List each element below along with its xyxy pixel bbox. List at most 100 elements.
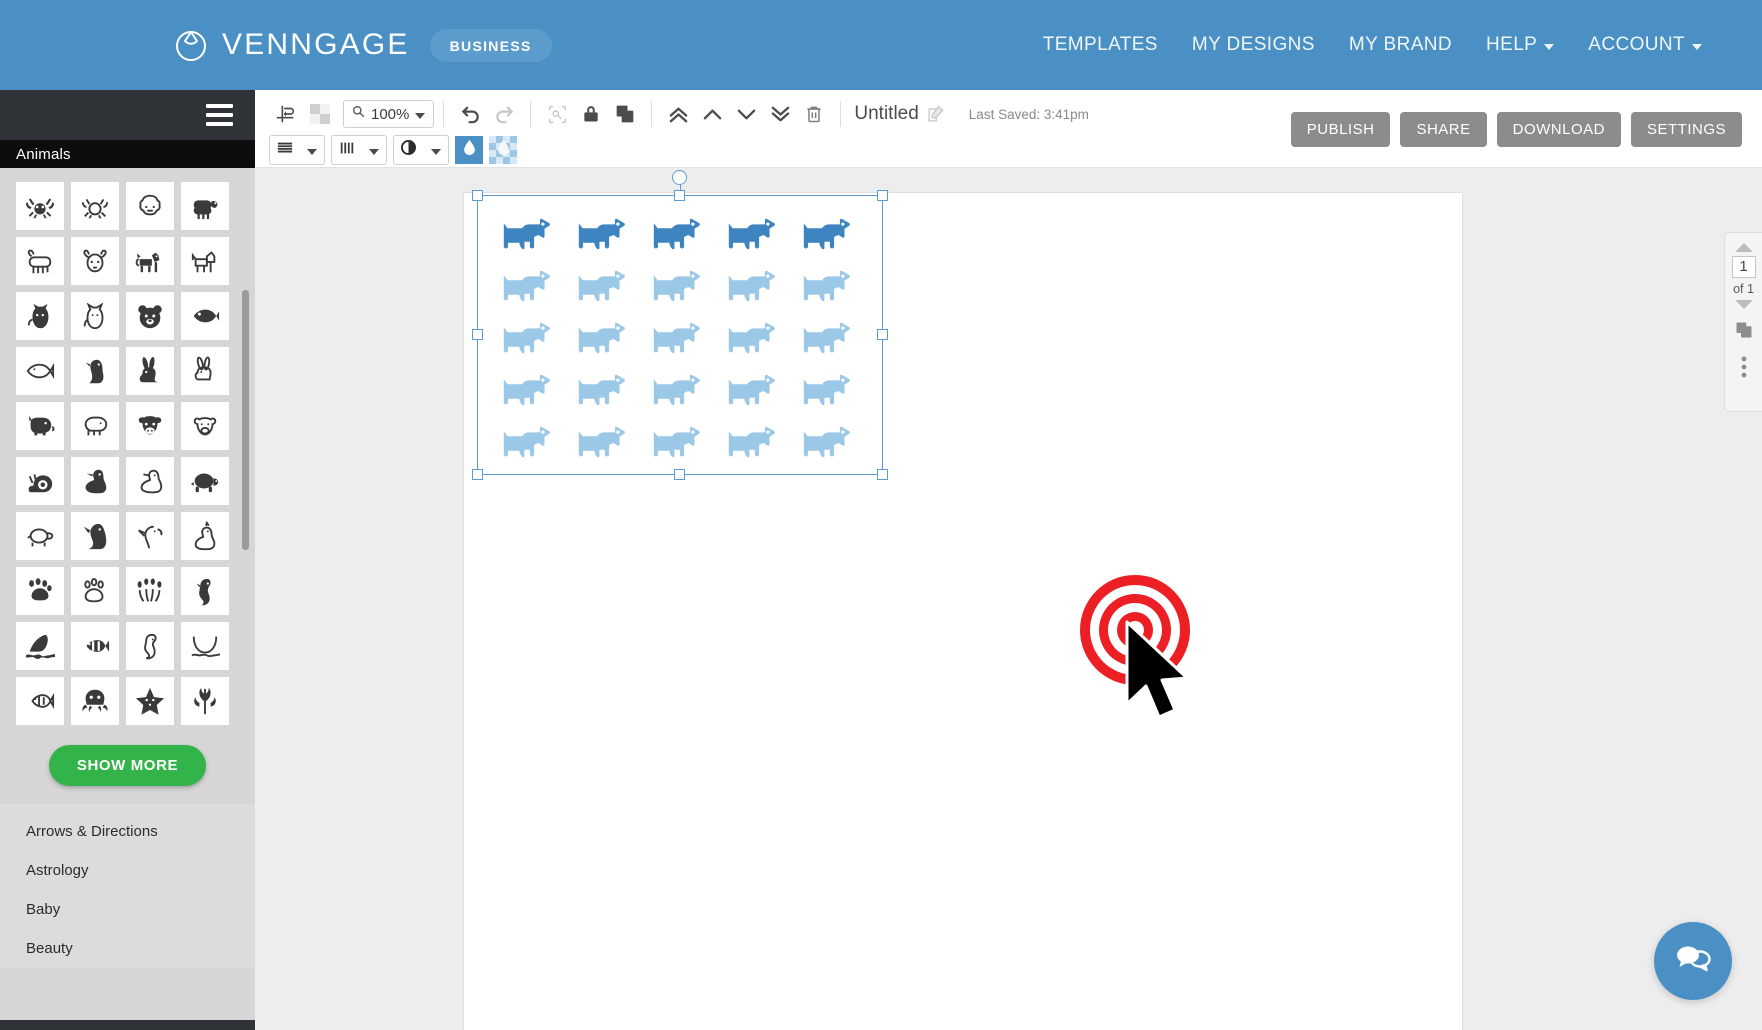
- pictograph-cell[interactable]: [563, 208, 638, 260]
- library-icon-bird-head[interactable]: [126, 512, 174, 560]
- chevron-up-icon[interactable]: [695, 97, 729, 131]
- library-icon-duck-outline[interactable]: [126, 457, 174, 505]
- pictograph-cell[interactable]: [713, 416, 788, 468]
- brand-logo-group[interactable]: VENNGAGE: [174, 28, 410, 62]
- canvas-area[interactable]: [255, 168, 1762, 1030]
- pictograph-cell[interactable]: [788, 416, 863, 468]
- pictograph-cell[interactable]: [563, 364, 638, 416]
- pictograph-cell[interactable]: [488, 416, 563, 468]
- crop-frame-icon[interactable]: [540, 97, 574, 131]
- settings-button[interactable]: SETTINGS: [1630, 112, 1742, 147]
- padlock-icon[interactable]: [574, 97, 608, 131]
- fill-solid-color-button[interactable]: [455, 136, 483, 164]
- pictograph-cell[interactable]: [488, 260, 563, 312]
- library-icon-chicken[interactable]: [181, 512, 229, 560]
- pictograph-cell[interactable]: [713, 364, 788, 416]
- pictograph-cell[interactable]: [713, 208, 788, 260]
- library-icon-crab-filled[interactable]: [16, 182, 64, 230]
- pictograph-cell[interactable]: [788, 312, 863, 364]
- pictograph-cell[interactable]: [563, 312, 638, 364]
- show-more-button[interactable]: SHOW MORE: [48, 745, 207, 786]
- library-icon-rabbit-outline[interactable]: [181, 347, 229, 395]
- resize-handle-top-left[interactable]: [472, 190, 483, 201]
- library-icon-ram[interactable]: [16, 237, 64, 285]
- pictograph-cell[interactable]: [788, 364, 863, 416]
- resize-handle-middle-right[interactable]: [877, 329, 888, 340]
- vertical-dots-icon[interactable]: [1741, 356, 1747, 383]
- pictograph-cell[interactable]: [638, 364, 713, 416]
- nav-item-my-designs[interactable]: MY DESIGNS: [1192, 34, 1315, 56]
- resize-handle-top-right[interactable]: [877, 190, 888, 201]
- sidebar-scrollbar[interactable]: [242, 290, 249, 550]
- trash-can-icon[interactable]: [797, 97, 831, 131]
- library-icon-goat-face[interactable]: [71, 237, 119, 285]
- pictograph-cell[interactable]: [488, 208, 563, 260]
- library-icon-paw-print-outline[interactable]: [71, 567, 119, 615]
- pictograph-cell[interactable]: [488, 364, 563, 416]
- fill-pattern-button[interactable]: [489, 136, 517, 164]
- pictograph-cell[interactable]: [638, 416, 713, 468]
- library-icon-seahorse-filled[interactable]: [181, 567, 229, 615]
- resize-handle-bottom-left[interactable]: [472, 469, 483, 480]
- pictograph-cell[interactable]: [638, 208, 713, 260]
- library-icon-cow-outline[interactable]: [181, 402, 229, 450]
- library-icon-cat-walking[interactable]: [126, 237, 174, 285]
- library-icon-pig-filled[interactable]: [16, 402, 64, 450]
- zoom-level-selector[interactable]: 100%: [343, 100, 435, 128]
- nav-item-help[interactable]: HELP: [1486, 34, 1555, 56]
- selected-object-frame[interactable]: [472, 170, 888, 480]
- library-icon-duck-filled[interactable]: [71, 457, 119, 505]
- document-title[interactable]: Untitled: [854, 103, 918, 125]
- library-icon-claw-marks[interactable]: [126, 567, 174, 615]
- library-icon-cat-sitting[interactable]: [16, 292, 64, 340]
- columns-selector[interactable]: [331, 135, 387, 165]
- library-icon-sheep-face[interactable]: [126, 182, 174, 230]
- duplicate-page-icon[interactable]: [1735, 321, 1753, 344]
- category-item-arrows-directions[interactable]: Arrows & Directions: [0, 812, 255, 851]
- nav-item-my-brand[interactable]: MY BRAND: [1349, 34, 1452, 56]
- library-icon-clownfish-filled[interactable]: [71, 622, 119, 670]
- library-icon-paw-prints[interactable]: [16, 567, 64, 615]
- library-icon-pig-outline[interactable]: [71, 402, 119, 450]
- double-chevron-down-icon[interactable]: [763, 97, 797, 131]
- align-guides-icon[interactable]: [269, 97, 303, 131]
- library-icon-shark-fin[interactable]: [16, 622, 64, 670]
- library-icon-cat-outline[interactable]: [71, 292, 119, 340]
- library-icon-clownfish-outline[interactable]: [16, 677, 64, 725]
- resize-handle-middle-left[interactable]: [472, 329, 483, 340]
- resize-handle-bottom-middle[interactable]: [674, 469, 685, 480]
- library-icon-dog-outline[interactable]: [181, 237, 229, 285]
- pictograph-cell[interactable]: [638, 260, 713, 312]
- pictograph-cell[interactable]: [788, 208, 863, 260]
- contrast-selector[interactable]: [393, 135, 449, 165]
- resize-handle-top-middle[interactable]: [674, 190, 685, 201]
- library-icon-turtle-outline[interactable]: [16, 512, 64, 560]
- library-icon-cow-face[interactable]: [126, 402, 174, 450]
- download-button[interactable]: DOWNLOAD: [1496, 112, 1621, 147]
- pictograph-cell[interactable]: [713, 260, 788, 312]
- library-icon-snail[interactable]: [16, 457, 64, 505]
- library-icon-octopus[interactable]: [71, 677, 119, 725]
- chevron-down-icon[interactable]: [729, 97, 763, 131]
- share-button[interactable]: SHARE: [1400, 112, 1487, 147]
- nav-item-templates[interactable]: TEMPLATES: [1043, 34, 1158, 56]
- library-icon-bear-face[interactable]: [126, 292, 174, 340]
- rows-selector[interactable]: [269, 135, 325, 165]
- transparency-checker-icon[interactable]: [303, 97, 337, 131]
- library-icon-coral[interactable]: [181, 677, 229, 725]
- resize-handle-bottom-right[interactable]: [877, 469, 888, 480]
- library-icon-crab-outline[interactable]: [71, 182, 119, 230]
- rotate-handle-icon[interactable]: [672, 170, 687, 185]
- library-icon-bird-filled[interactable]: [71, 347, 119, 395]
- hamburger-menu-icon[interactable]: [206, 104, 233, 131]
- pictograph-cell[interactable]: [563, 416, 638, 468]
- pencil-edit-icon[interactable]: [919, 97, 953, 131]
- undo-arrow-icon[interactable]: [453, 97, 487, 131]
- triangle-down-icon[interactable]: [1734, 300, 1753, 309]
- pictograph-cell[interactable]: [638, 312, 713, 364]
- duplicate-layers-icon[interactable]: [608, 97, 642, 131]
- library-icon-sheep[interactable]: [181, 182, 229, 230]
- pictograph-cell[interactable]: [788, 260, 863, 312]
- library-icon-rabbit-filled[interactable]: [126, 347, 174, 395]
- library-icon-whale-tail[interactable]: [181, 622, 229, 670]
